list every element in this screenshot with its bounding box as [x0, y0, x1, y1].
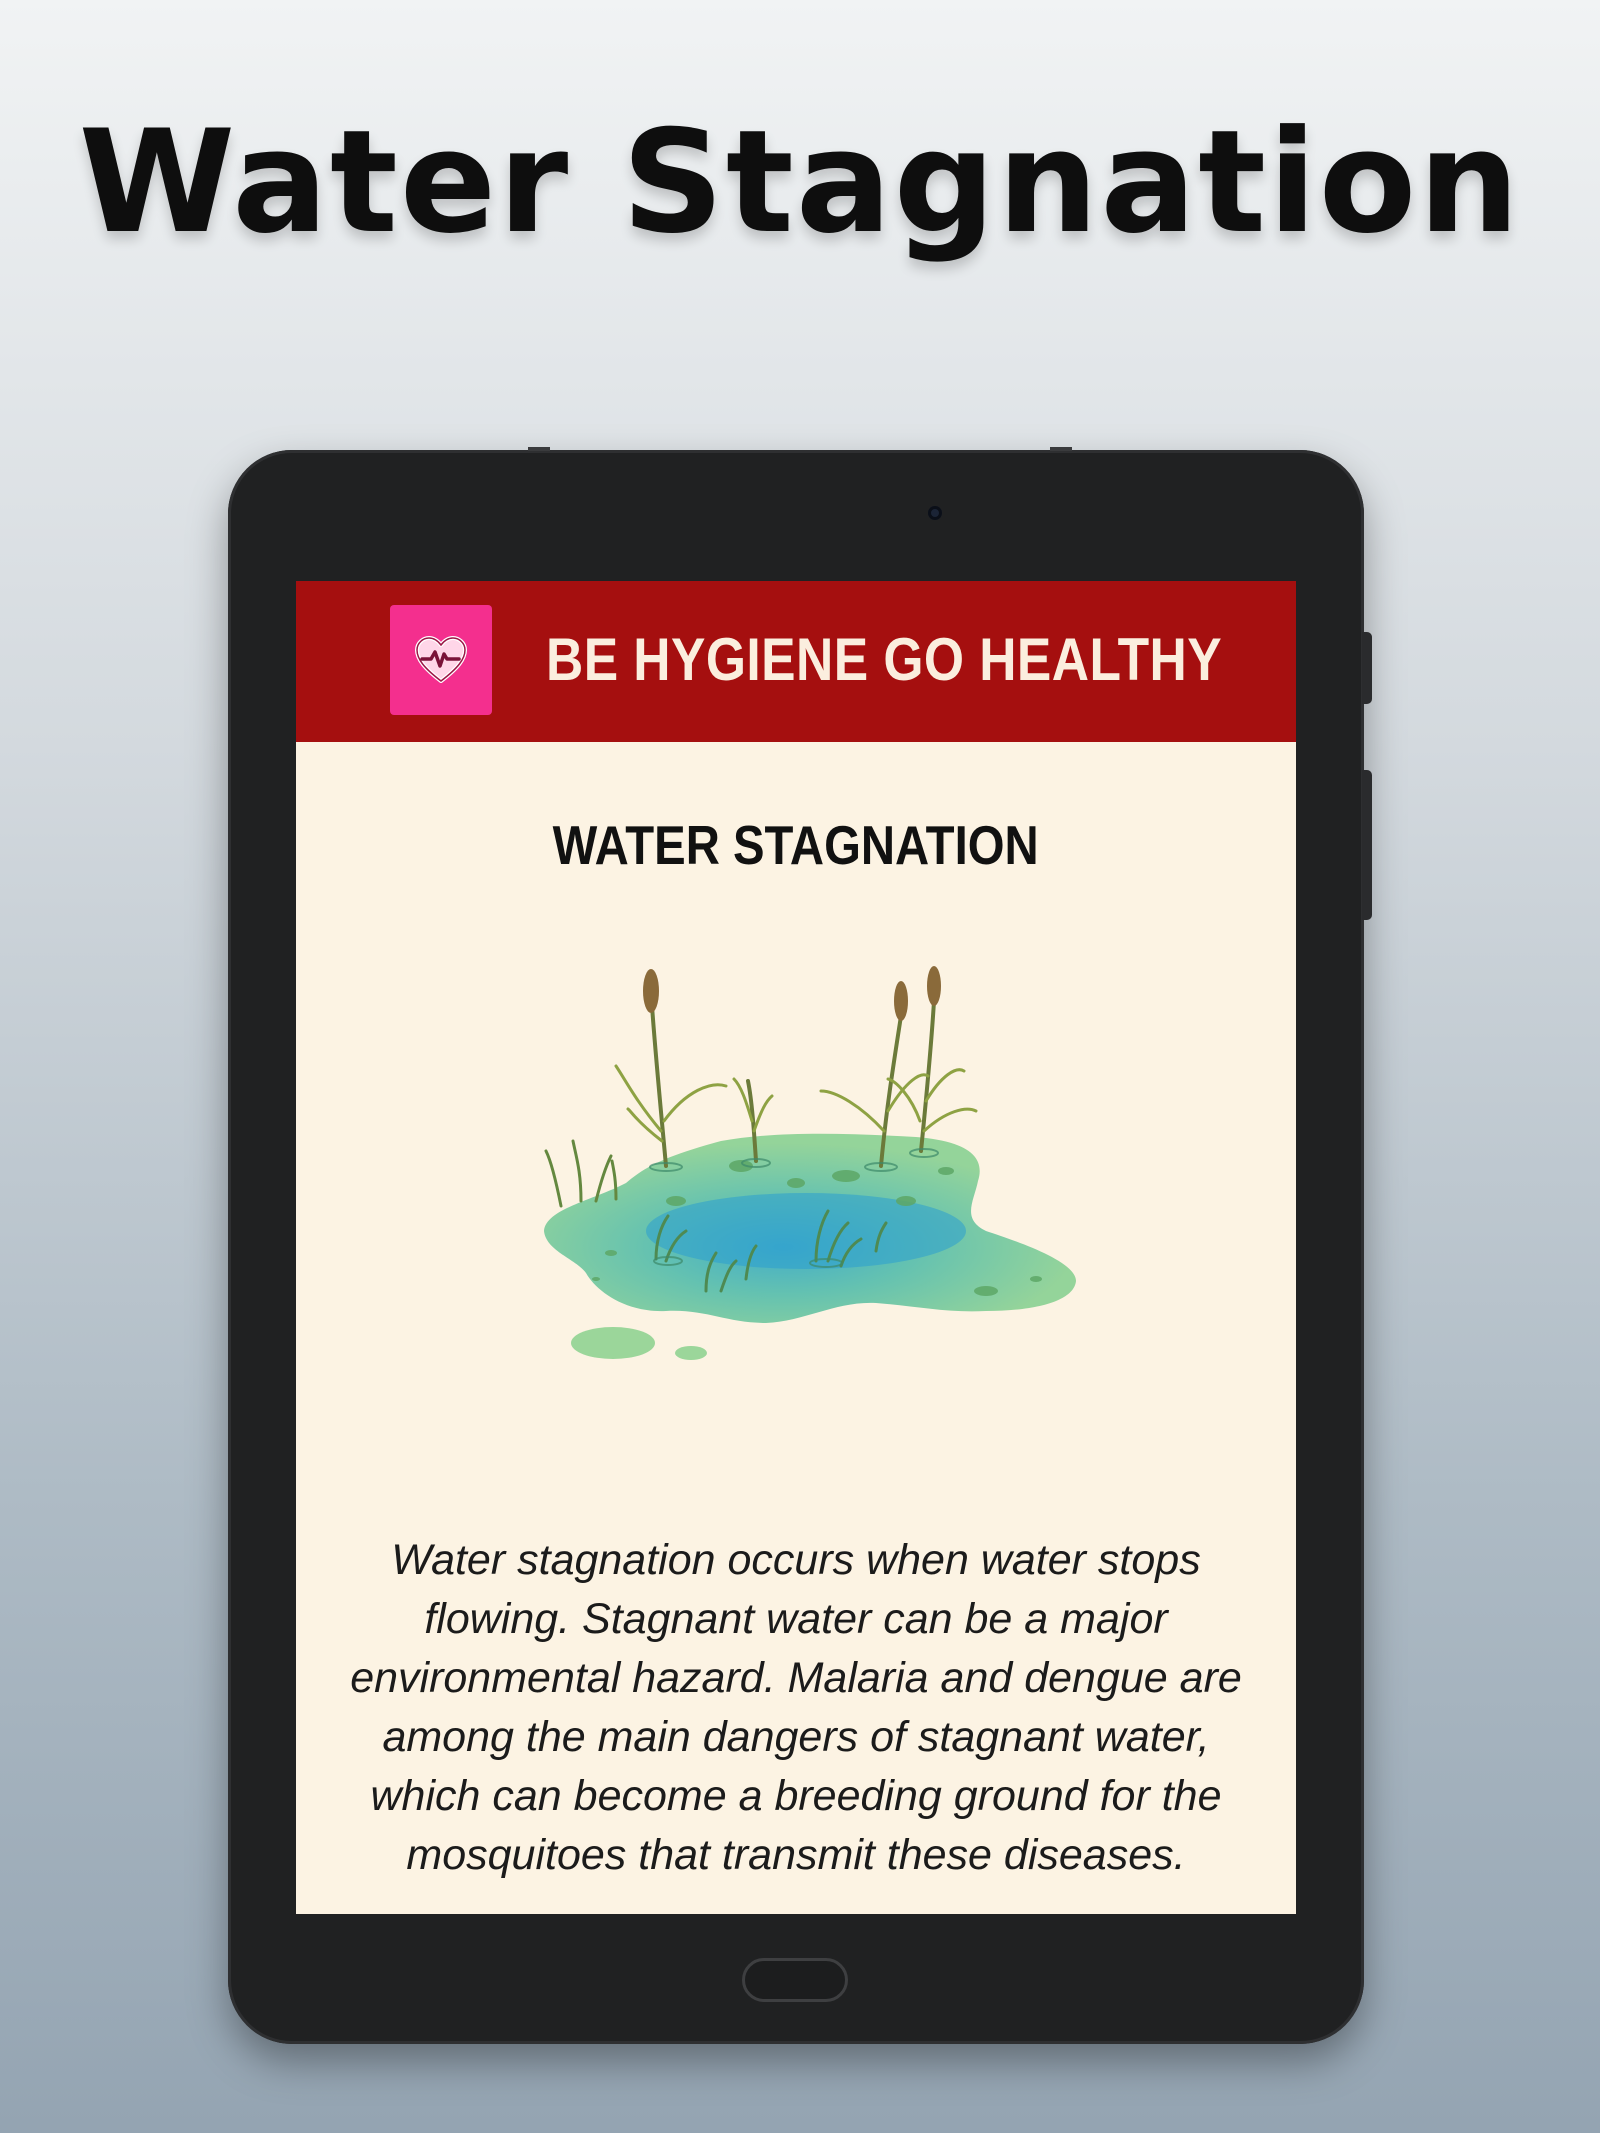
app-bar-title: BE HYGIENE GO HEALTHY [546, 626, 1223, 693]
card-heading-text: WATER STAGNATION [552, 814, 1040, 876]
tablet-ridge [528, 447, 550, 451]
description-text: Water stagnation occurs when water stops… [336, 1531, 1256, 1885]
app-bar: BE HYGIENE GO HEALTHY [296, 581, 1296, 742]
front-camera [928, 506, 942, 520]
tablet-ridge [1050, 447, 1072, 451]
description-body: Water stagnation occurs when water stops… [350, 1536, 1242, 1879]
power-button [1362, 632, 1372, 704]
promo-title: Water Stagnation [78, 100, 1522, 265]
volume-button [1362, 770, 1372, 920]
app-screen: BE HYGIENE GO HEALTHY WATER STAGNATION W… [296, 581, 1296, 1914]
card-heading: WATER STAGNATION [296, 813, 1296, 877]
stagnant-pond-illustration [544, 966, 1076, 1360]
heart-pulse-icon [390, 605, 492, 715]
home-button[interactable] [742, 1958, 848, 2002]
tablet-device-frame: BE HYGIENE GO HEALTHY WATER STAGNATION W… [228, 447, 1372, 2044]
